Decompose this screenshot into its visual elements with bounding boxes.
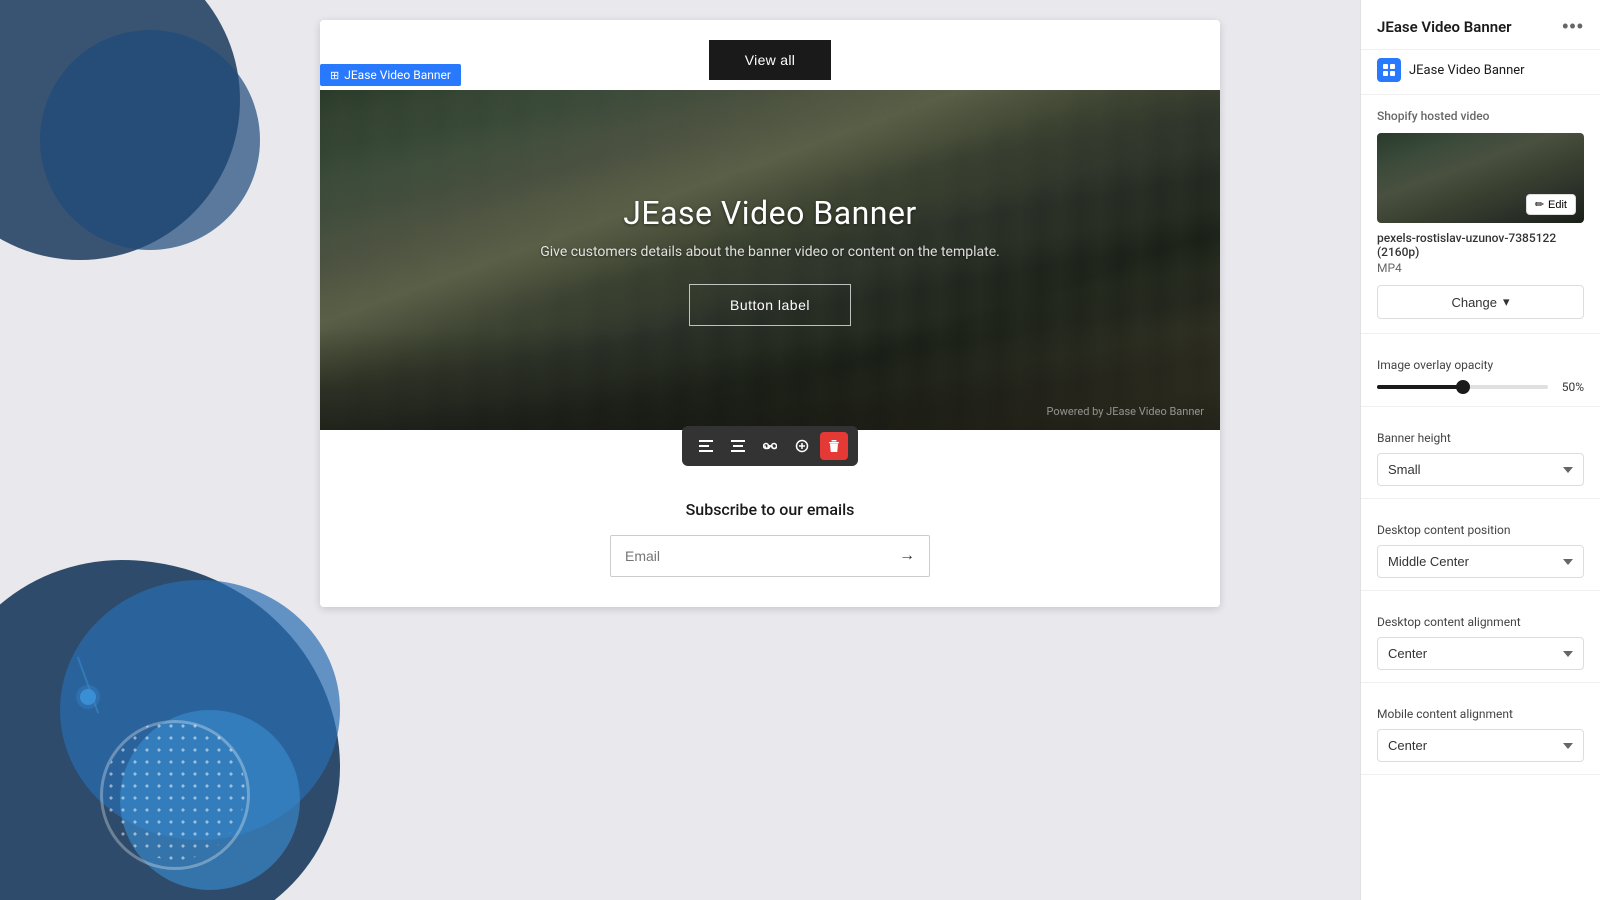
- panel-more-button[interactable]: •••: [1562, 16, 1584, 37]
- more-dots-icon: •••: [1562, 16, 1584, 36]
- panel-overlay-opacity-section: Image overlay opacity 50%: [1361, 334, 1600, 407]
- banner-footer-text: Powered by JEase Video Banner: [1047, 405, 1205, 418]
- banner-label-text: JEase Video Banner: [344, 68, 451, 82]
- mobile-alignment-select[interactable]: Center Left Right: [1377, 729, 1584, 762]
- desktop-alignment-label: Desktop content alignment: [1377, 615, 1584, 629]
- panel-app-icon: [1377, 58, 1401, 82]
- slider-fill: [1377, 385, 1463, 389]
- banner-label-icon: ⊞: [330, 69, 339, 82]
- panel-app-row: JEase Video Banner: [1361, 50, 1600, 95]
- banner-content: JEase Video Banner Give customers detail…: [520, 174, 1020, 346]
- subscribe-submit-button[interactable]: →: [885, 536, 929, 576]
- view-all-button[interactable]: View all: [709, 40, 831, 80]
- main-layout: View all ⊞ JEase Video Banner JEase Vide…: [0, 0, 1600, 900]
- panel-thumbnail: ✏ Edit: [1377, 133, 1584, 223]
- email-input[interactable]: [611, 536, 885, 576]
- banner-button[interactable]: Button label: [689, 284, 851, 326]
- shopify-hosted-video-label: Shopify hosted video: [1377, 109, 1584, 123]
- banner-section-label[interactable]: ⊞ JEase Video Banner: [320, 64, 461, 86]
- panel-mobile-alignment-section: Mobile content alignment Center Left Rig…: [1361, 683, 1600, 775]
- desktop-position-label: Desktop content position: [1377, 523, 1584, 537]
- align-center-icon: [731, 440, 745, 452]
- slider-thumb[interactable]: [1456, 380, 1470, 394]
- overlay-opacity-label: Image overlay opacity: [1377, 358, 1584, 372]
- canvas-area: View all ⊞ JEase Video Banner JEase Vide…: [0, 0, 1360, 900]
- slider-value: 50%: [1556, 380, 1584, 394]
- toolbar-delete-button[interactable]: [820, 432, 848, 460]
- panel-app-name: JEase Video Banner: [1409, 63, 1525, 78]
- toolbar-link-button[interactable]: [756, 432, 784, 460]
- banner-wrapper: ⊞ JEase Video Banner JEase Video Banner …: [320, 90, 1220, 466]
- banner-height-select[interactable]: Small Medium Large Full screen: [1377, 453, 1584, 486]
- panel-file-type: MP4: [1377, 261, 1584, 275]
- edit-icon: [795, 439, 809, 453]
- panel-title: JEase Video Banner: [1377, 18, 1512, 36]
- banner-subtitle: Give customers details about the banner …: [540, 244, 1000, 260]
- thumbnail-edit-button[interactable]: ✏ Edit: [1526, 194, 1576, 215]
- slider-row: 50%: [1377, 380, 1584, 394]
- toolbar-edit-button[interactable]: [788, 432, 816, 460]
- app-icon-graphic: [1382, 63, 1396, 77]
- toolbar-align-left-button[interactable]: [692, 432, 720, 460]
- subscribe-title: Subscribe to our emails: [686, 500, 855, 519]
- banner-toolbar: [320, 426, 1220, 466]
- subscribe-form: →: [610, 535, 930, 577]
- banner-height-label: Banner height: [1377, 431, 1584, 445]
- link-icon: [763, 441, 777, 451]
- chevron-down-icon: ▾: [1503, 294, 1510, 310]
- panel-desktop-alignment-section: Desktop content alignment Center Left Ri…: [1361, 591, 1600, 683]
- opacity-slider[interactable]: [1377, 385, 1548, 389]
- toolbar-align-center-button[interactable]: [724, 432, 752, 460]
- edit-pencil-icon: ✏: [1535, 198, 1544, 211]
- panel-banner-height-section: Banner height Small Medium Large Full sc…: [1361, 407, 1600, 499]
- panel-desktop-position-section: Desktop content position Middle Center T…: [1361, 499, 1600, 591]
- toolbar-container: [682, 426, 858, 466]
- panel-file-name: pexels-rostislav-uzunov-7385122 (2160p): [1377, 231, 1584, 259]
- align-left-icon: [699, 440, 713, 452]
- change-label: Change: [1451, 295, 1497, 310]
- canvas-wrapper: View all ⊞ JEase Video Banner JEase Vide…: [320, 20, 1220, 607]
- panel-video-section: Shopify hosted video ✏ Edit pexels-rosti…: [1361, 95, 1600, 334]
- mobile-alignment-label: Mobile content alignment: [1377, 707, 1584, 721]
- banner-title: JEase Video Banner: [540, 194, 1000, 232]
- banner-video-background: JEase Video Banner Give customers detail…: [320, 90, 1220, 430]
- right-panel: JEase Video Banner ••• JEase Video Banne…: [1360, 0, 1600, 900]
- desktop-position-select[interactable]: Middle Center Top Left Top Center Top Ri…: [1377, 545, 1584, 578]
- panel-header: JEase Video Banner •••: [1361, 0, 1600, 50]
- banner-section[interactable]: JEase Video Banner Give customers detail…: [320, 90, 1220, 430]
- panel-change-button[interactable]: Change ▾: [1377, 285, 1584, 319]
- edit-label: Edit: [1548, 199, 1567, 211]
- desktop-alignment-select[interactable]: Center Left Right: [1377, 637, 1584, 670]
- trash-icon: [828, 439, 840, 453]
- subscribe-section: Subscribe to our emails →: [320, 470, 1220, 607]
